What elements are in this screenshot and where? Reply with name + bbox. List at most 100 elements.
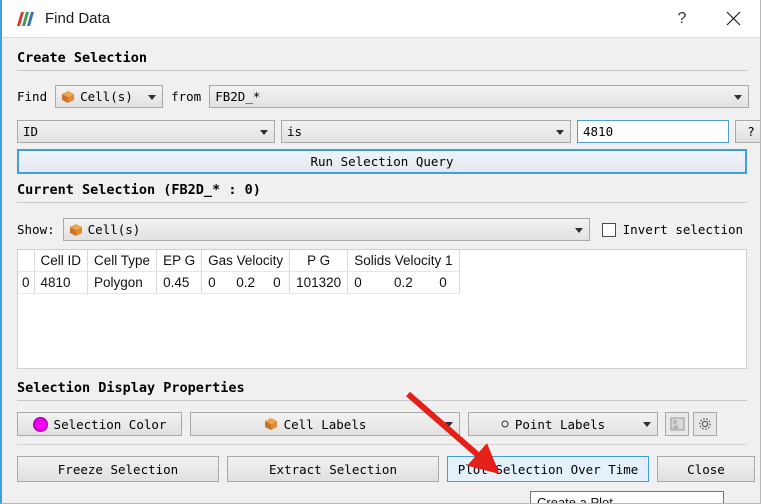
chevron-down-icon <box>734 94 743 100</box>
title-bar: Find Data ? <box>2 0 760 38</box>
query-operator-combo[interactable]: is <box>281 120 571 143</box>
selection-table[interactable]: Cell ID Cell Type EP G Gas Velocity P G … <box>17 249 747 369</box>
chevron-down-icon <box>556 129 564 135</box>
show-type-combo[interactable]: Cell(s) <box>62 218 590 241</box>
query-field-combo[interactable]: ID <box>17 120 275 143</box>
close-icon <box>726 11 740 26</box>
help-icon: ? <box>747 124 755 139</box>
current-selection-section: Current Selection (FB2D_* : 0) <box>17 182 747 203</box>
invert-selection-checkbox[interactable] <box>601 222 616 237</box>
close-window-button[interactable] <box>705 0 760 38</box>
run-selection-query-label: Run Selection Query <box>310 154 454 169</box>
table-col-p-g: P G <box>289 250 349 272</box>
plot-selection-over-time-label: Plot Selection Over Time <box>457 461 639 477</box>
source-combo[interactable]: FB2D_* <box>209 85 750 108</box>
selection-color-button[interactable]: Selection Color <box>17 412 182 436</box>
dialog-body: Create Selection Find Cell(s) from FB2D_… <box>2 38 760 503</box>
cell-ep-g: 0.45 <box>156 271 203 294</box>
cell-row-index: 0 <box>18 271 35 294</box>
create-selection-heading: Create Selection <box>17 50 148 66</box>
create-selection-section: Create Selection <box>17 50 747 71</box>
edit-labels-button[interactable] <box>665 412 689 436</box>
image-icon <box>670 417 684 431</box>
help-icon: ? <box>677 9 687 27</box>
divider <box>17 400 747 401</box>
cell-cell-id: 4810 <box>34 271 89 294</box>
chevron-down-icon <box>148 94 157 100</box>
chevron-down-icon <box>260 129 268 135</box>
cell-gas-velocity-z: 0 <box>264 271 291 294</box>
close-label: Close <box>687 461 725 477</box>
show-label: Show: <box>17 222 55 237</box>
cube-icon <box>69 223 82 236</box>
find-data-dialog: Find Data ? Create Selection Find Cell(s… <box>0 0 761 504</box>
cell-labels-label: Cell Labels <box>283 416 367 432</box>
freeze-selection-button[interactable]: Freeze Selection <box>17 456 219 482</box>
point-icon <box>501 420 509 428</box>
query-value-text: 4810 <box>583 124 614 139</box>
gear-icon <box>699 418 711 430</box>
table-col-gas-velocity: Gas Velocity <box>201 250 291 272</box>
cell-gas-velocity-y: 0.2 <box>226 271 265 294</box>
query-value-input[interactable]: 4810 <box>577 120 729 143</box>
element-type-value: Cell(s) <box>80 89 133 104</box>
cell-solids-velocity-1-z: 0 <box>427 271 460 294</box>
display-properties-section: Selection Display Properties <box>17 380 747 401</box>
chevron-down-icon <box>574 227 583 233</box>
cell-solids-velocity-1-x: 0 <box>347 271 380 294</box>
display-properties-row: Selection Color Cell Labels Point Labels <box>17 412 717 436</box>
plot-tooltip: Create a Plot <box>530 491 724 504</box>
help-button[interactable]: ? <box>659 0 705 38</box>
display-properties-heading: Selection Display Properties <box>17 380 245 396</box>
show-row: Show: Cell(s) Invert selection <box>17 218 743 241</box>
current-selection-heading: Current Selection (FB2D_* : 0) <box>17 182 261 198</box>
query-row: ID is 4810 ? <box>17 120 760 143</box>
table-col-cell-id: Cell ID <box>34 250 89 272</box>
divider <box>17 202 747 203</box>
find-row: Find Cell(s) from FB2D_* <box>17 85 750 108</box>
table-col-solids-velocity-1: Solids Velocity 1 <box>347 250 460 272</box>
invert-selection-label: Invert selection <box>622 222 744 237</box>
plot-tooltip-text: Create a Plot <box>537 495 613 504</box>
query-field-value: ID <box>23 124 39 139</box>
extract-selection-label: Extract Selection <box>269 461 397 477</box>
cell-p-g: 101320 <box>289 271 349 294</box>
query-help-button[interactable]: ? <box>735 120 760 143</box>
plot-selection-over-time-button[interactable]: Plot Selection Over Time <box>447 456 649 482</box>
selection-data-table: Cell ID Cell Type EP G Gas Velocity P G … <box>18 250 460 294</box>
table-header-row: Cell ID Cell Type EP G Gas Velocity P G … <box>18 250 460 272</box>
show-type-value: Cell(s) <box>87 222 141 237</box>
element-type-combo[interactable]: Cell(s) <box>55 85 164 108</box>
table-col-cell-type: Cell Type <box>87 250 158 272</box>
divider <box>17 70 747 71</box>
table-row[interactable]: 0 4810 Polygon 0.45 0 0.2 0 101320 0 0.2… <box>18 271 460 294</box>
selection-color-label: Selection Color <box>53 416 167 432</box>
footer-divider <box>17 444 747 445</box>
cell-labels-dropdown[interactable]: Cell Labels <box>190 412 460 436</box>
chevron-down-icon <box>643 422 651 427</box>
source-value: FB2D_* <box>215 89 261 104</box>
from-label: from <box>171 89 202 104</box>
point-labels-dropdown[interactable]: Point Labels <box>468 412 658 436</box>
title-bar-buttons: ? <box>659 0 760 38</box>
selection-color-swatch <box>32 416 48 432</box>
cell-cell-type: Polygon <box>87 271 158 294</box>
chevron-down-icon <box>445 422 453 427</box>
cell-solids-velocity-1-y: 0.2 <box>379 271 428 294</box>
query-operator-value: is <box>287 124 303 139</box>
table-col-ep-g: EP G <box>156 250 203 272</box>
point-labels-label: Point Labels <box>514 416 606 432</box>
cube-icon <box>62 90 75 103</box>
table-col-index <box>18 250 35 272</box>
find-label: Find <box>17 89 48 104</box>
freeze-selection-label: Freeze Selection <box>57 461 179 477</box>
cube-icon <box>264 418 277 430</box>
cell-gas-velocity-x: 0 <box>201 271 227 294</box>
close-button[interactable]: Close <box>657 456 755 482</box>
label-settings-button[interactable] <box>693 412 717 436</box>
footer-buttons: Freeze Selection Extract Selection Plot … <box>17 456 755 482</box>
paraview-logo-icon <box>17 11 34 26</box>
window-title: Find Data <box>45 10 111 27</box>
run-selection-query-button[interactable]: Run Selection Query <box>17 149 747 174</box>
extract-selection-button[interactable]: Extract Selection <box>227 456 439 482</box>
